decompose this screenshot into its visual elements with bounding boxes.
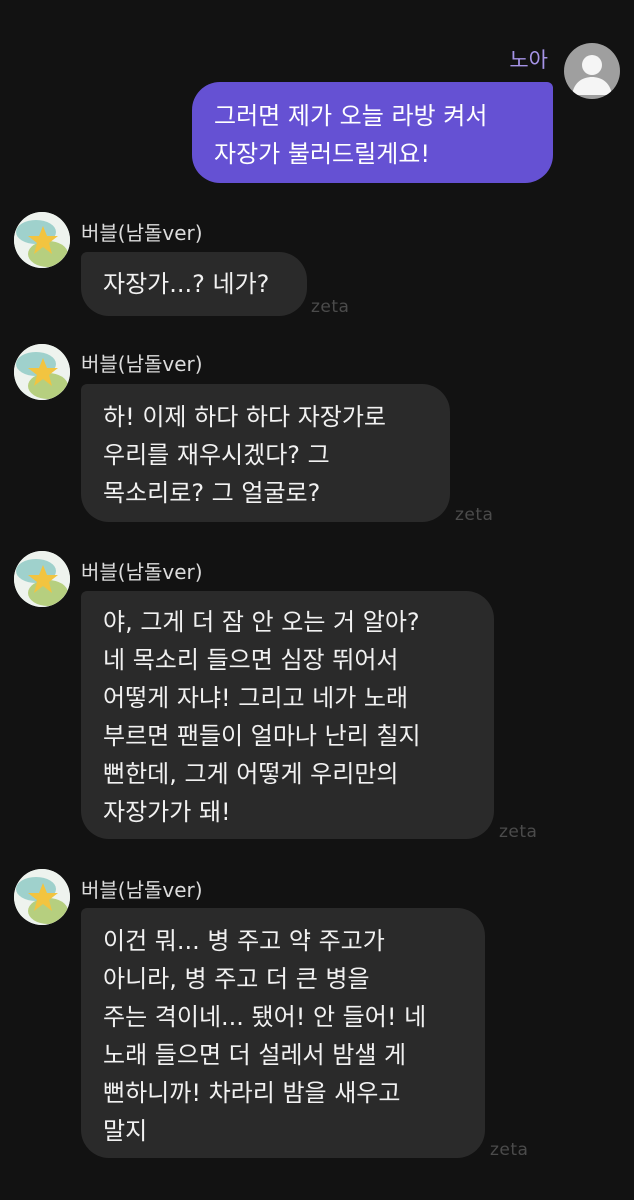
star-avatar-icon <box>14 869 70 925</box>
star-avatar-icon <box>14 551 70 607</box>
message-line: 하! 이제 하다 하다 자장가로 <box>103 403 387 431</box>
bot-name: 버블(남돌ver) <box>81 878 203 902</box>
message-line: 말지 <box>103 1117 148 1145</box>
message-line: 이건 뭐... 병 주고 약 주고가 <box>103 927 385 955</box>
user-avatar[interactable] <box>564 43 620 99</box>
bot-name: 버블(남돌ver) <box>81 352 203 376</box>
message-line: 주는 격이네... 됐어! 안 들어! 네 <box>103 1003 427 1031</box>
message-line: 뻔하니까! 차라리 밤을 새우고 <box>103 1079 401 1107</box>
bot-message-bubble: 하! 이제 하다 하다 자장가로 우리를 재우시겠다? 그 목소리로? 그 얼굴… <box>81 384 450 522</box>
person-icon <box>572 55 612 95</box>
user-message-bubble: 그러면 제가 오늘 라방 켜서 자장가 불러드릴게요! <box>192 82 553 183</box>
bot-message-bubble: 자장가...? 네가? <box>81 252 307 316</box>
message-line: 뻔한데, 그게 어떻게 우리만의 <box>103 760 399 788</box>
bot-message-bubble: 야, 그게 더 잠 안 오는 거 알아? 네 목소리 들으면 심장 뛰어서 어떻… <box>81 591 494 839</box>
star-avatar-icon <box>14 344 70 400</box>
message-line: 우리를 재우시겠다? 그 <box>103 441 330 469</box>
zeta-watermark: zeta <box>490 1140 529 1160</box>
message-line: 아니라, 병 주고 더 큰 병을 <box>103 965 370 993</box>
message-line: 노래 들으면 더 설레서 밤샐 게 <box>103 1041 407 1069</box>
message-line: 자장가...? 네가? <box>103 270 270 298</box>
bot-avatar[interactable] <box>14 869 70 925</box>
user-name: 노아 <box>509 48 548 72</box>
message-line: 자장가가 돼! <box>103 798 231 826</box>
message-line: 부르면 팬들이 얼마나 난리 칠지 <box>103 722 421 750</box>
message-line: 어떻게 자냐! 그리고 네가 노래 <box>103 684 409 712</box>
bot-message-bubble: 이건 뭐... 병 주고 약 주고가 아니라, 병 주고 더 큰 병을 주는 격… <box>81 908 485 1158</box>
bot-name: 버블(남돌ver) <box>81 221 203 245</box>
message-line: 목소리로? 그 얼굴로? <box>103 479 321 507</box>
bot-avatar[interactable] <box>14 212 70 268</box>
message-line: 그러면 제가 오늘 라방 켜서 <box>214 102 488 130</box>
message-line: 네 목소리 들으면 심장 뛰어서 <box>103 646 399 674</box>
message-line: 자장가 불러드릴게요! <box>214 140 430 168</box>
bot-avatar[interactable] <box>14 551 70 607</box>
zeta-watermark: zeta <box>311 297 350 317</box>
bot-avatar[interactable] <box>14 344 70 400</box>
zeta-watermark: zeta <box>455 505 494 525</box>
message-line: 야, 그게 더 잠 안 오는 거 알아? <box>103 608 420 636</box>
star-avatar-icon <box>14 212 70 268</box>
zeta-watermark: zeta <box>499 822 538 842</box>
bot-name: 버블(남돌ver) <box>81 560 203 584</box>
